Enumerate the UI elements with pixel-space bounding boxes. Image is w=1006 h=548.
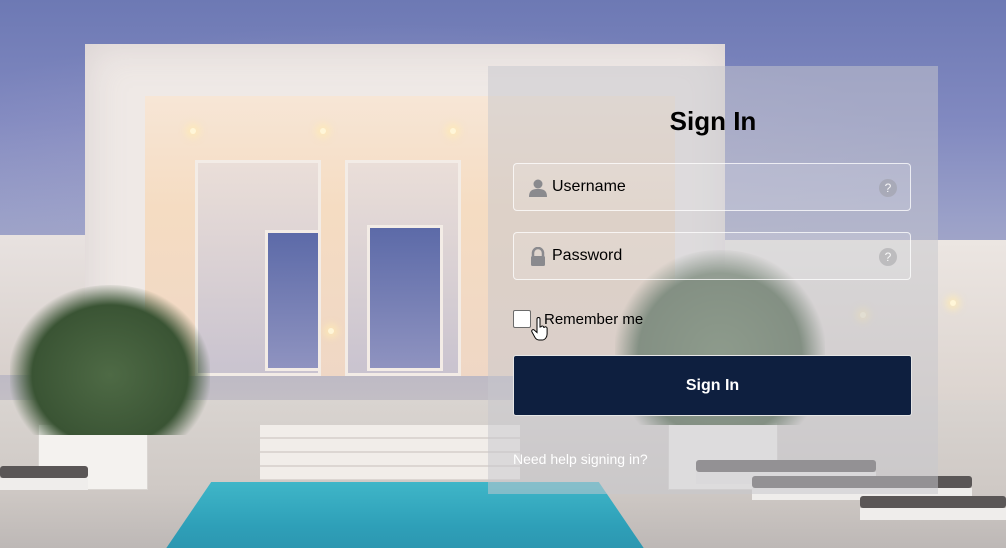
lounge-chair (860, 496, 1006, 508)
house-window (367, 225, 443, 371)
remember-me-checkbox[interactable] (513, 310, 531, 328)
lounge-chair-base (860, 508, 1006, 520)
ceiling-light (190, 128, 196, 134)
ceiling-light (320, 128, 326, 134)
lounge-chair (0, 466, 88, 478)
steps (260, 425, 520, 480)
user-icon (528, 178, 548, 198)
username-field[interactable]: Username ? (513, 163, 911, 211)
page-title: Sign In (669, 106, 757, 136)
password-field[interactable]: Password ? (513, 232, 911, 280)
lounge-chair-base (0, 478, 88, 490)
house-window (265, 230, 321, 371)
ceiling-light (450, 128, 456, 134)
password-placeholder[interactable]: Password (552, 247, 622, 265)
help-signing-in-link[interactable]: Need help signing in? (513, 451, 648, 467)
palm-tree (10, 285, 210, 435)
sign-in-button[interactable]: Sign In (513, 355, 912, 416)
username-placeholder[interactable]: Username (552, 178, 626, 196)
wall-light (950, 300, 956, 306)
help-icon[interactable]: ? (879, 248, 897, 266)
lock-icon (528, 246, 548, 267)
remember-me-label[interactable]: Remember me (544, 311, 643, 328)
help-icon[interactable]: ? (879, 179, 897, 197)
hand-cursor-icon (531, 317, 549, 341)
wall-light (328, 328, 334, 334)
